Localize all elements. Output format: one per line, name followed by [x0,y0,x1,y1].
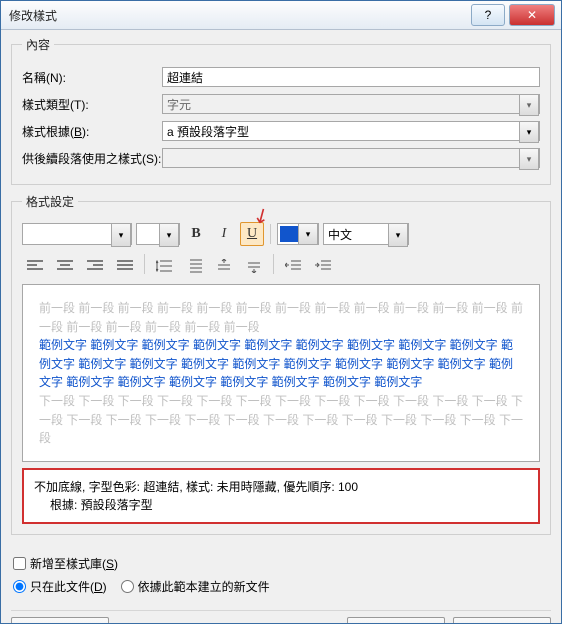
chevron-down-icon[interactable]: ▾ [388,223,408,247]
format-button[interactable]: 格式(O)▾ [11,617,109,623]
only-this-doc-radio[interactable] [13,580,26,593]
align-justify-button[interactable] [112,254,138,278]
chevron-down-icon[interactable]: ▾ [111,223,131,247]
align-center-button[interactable] [52,254,78,278]
formatting-group: 格式設定 ▾ ▾ B I U ↙ ▾ [11,193,551,535]
chevron-down-icon: ▾ [519,94,539,116]
chevron-down-icon[interactable]: ▾ [159,223,179,247]
separator [273,254,274,274]
align-left-button[interactable] [22,254,48,278]
add-to-gallery-label: 新增至樣式庫(S) [30,555,118,572]
help-button[interactable]: ? [471,4,505,26]
new-based-template-radio[interactable] [121,580,134,593]
preview-next-paragraph: 下一段 下一段 下一段 下一段 下一段 下一段 下一段 下一段 下一段 下一段 … [39,392,523,448]
content-group: 內容 名稱(N): 樣式類型(T): 字元 ▾ 樣式根據(B): a 預設段落字… [11,36,551,185]
color-swatch [280,226,298,242]
content-legend: 內容 [22,36,54,53]
chevron-down-icon: ▾ [519,148,539,170]
space-before-button[interactable] [211,254,237,278]
align-right-button[interactable] [82,254,108,278]
line-spacing-1-button[interactable] [151,254,177,278]
summary-line: 根據: 預設段落字型 [34,496,528,514]
preview-sample-text: 範例文字 範例文字 範例文字 範例文字 範例文字 範例文字 範例文字 範例文字 … [39,336,523,392]
font-size-combo[interactable]: ▾ [136,223,180,245]
increase-indent-button[interactable] [310,254,336,278]
lang-combo[interactable]: 中文 ▾ [323,223,409,245]
formatting-legend: 格式設定 [22,193,78,210]
name-input[interactable] [162,67,540,87]
based-select[interactable]: a 預設段落字型 ▾ [162,121,540,141]
separator [270,224,271,244]
decrease-indent-button[interactable] [280,254,306,278]
name-label: 名稱(N): [22,69,162,86]
ok-button[interactable]: 確定 [347,617,445,623]
chevron-down-icon[interactable]: ▾ [298,223,318,245]
underline-button[interactable]: U ↙ [240,222,264,246]
font-color-combo[interactable]: ▾ [277,223,319,245]
add-to-gallery-checkbox[interactable] [13,557,26,570]
only-this-doc-label: 只在此文件(D) [30,578,107,595]
separator [144,254,145,274]
preview-pane: 前一段 前一段 前一段 前一段 前一段 前一段 前一段 前一段 前一段 前一段 … [22,284,540,462]
font-name-combo[interactable]: ▾ [22,223,132,245]
summary-line: 不加底線, 字型色彩: 超連結, 樣式: 未用時隱藏, 優先順序: 100 [34,478,528,496]
space-after-button[interactable] [241,254,267,278]
bold-button[interactable]: B [184,222,208,246]
based-label: 樣式根據(B): [22,123,162,140]
cancel-button[interactable]: 取消 [453,617,551,623]
following-select: ▾ [162,148,540,168]
type-label: 樣式類型(T): [22,96,162,113]
titlebar: 修改樣式 ? ✕ [1,1,561,30]
close-button[interactable]: ✕ [509,4,555,26]
window-title: 修改樣式 [1,7,57,24]
italic-button[interactable]: I [212,222,236,246]
line-spacing-2-button[interactable] [181,254,207,278]
preview-prev-paragraph: 前一段 前一段 前一段 前一段 前一段 前一段 前一段 前一段 前一段 前一段 … [39,299,523,336]
following-label: 供後續段落使用之樣式(S): [22,150,162,167]
new-based-template-label: 依據此範本建立的新文件 [138,578,270,595]
style-summary: 不加底線, 字型色彩: 超連結, 樣式: 未用時隱藏, 優先順序: 100 根據… [22,468,540,524]
chevron-down-icon[interactable]: ▾ [519,121,539,143]
type-select: 字元 ▾ [162,94,540,114]
